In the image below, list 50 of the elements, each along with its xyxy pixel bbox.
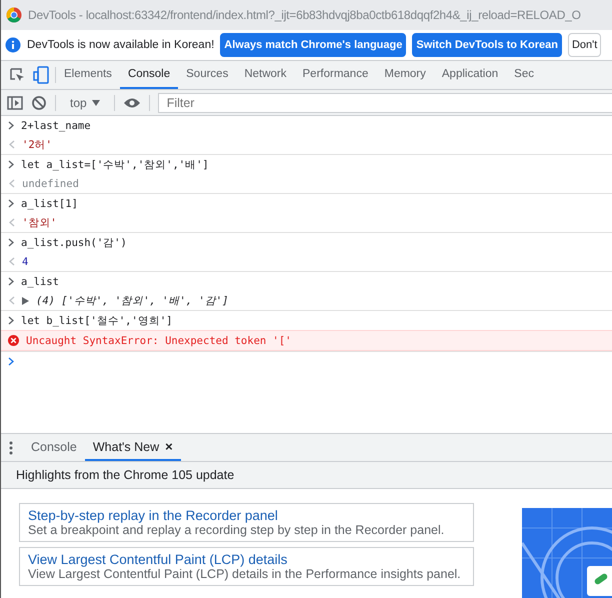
result-text: '2허' <box>22 138 52 152</box>
feature-description: Set a breakpoint and replay a recording step by step in the Recorder panel. <box>28 523 446 537</box>
command-text: a_list[1] <box>21 198 78 210</box>
command-text: a_list <box>21 276 59 288</box>
error-icon <box>8 335 19 346</box>
chrome-logo-icon <box>6 7 22 23</box>
feature-link[interactable]: Step-by-step replay in the Recorder panel <box>28 508 465 523</box>
infobar-button[interactable]: Switch DevTools to Korean <box>412 33 562 57</box>
result-text: '참외' <box>22 216 57 230</box>
context-selector[interactable]: top <box>64 94 106 110</box>
panel-tab[interactable]: Sources <box>178 61 236 89</box>
chevron-right-icon <box>8 277 14 286</box>
panel-tab[interactable]: Network <box>236 61 295 89</box>
chevron-right-icon <box>8 316 14 325</box>
feature-description: View Largest Contentful Paint (LCP) details in the Performance insights panel. <box>28 567 462 581</box>
result-text: undefined <box>22 178 79 190</box>
command-text: a_list.push('감') <box>21 236 127 250</box>
chevron-right-icon <box>8 160 14 169</box>
inspect-icon[interactable] <box>9 67 25 83</box>
panel-tab[interactable]: Elements <box>56 61 120 89</box>
feature-link[interactable]: View Largest Contentful Paint (LCP) details <box>28 552 465 567</box>
more-icon[interactable] <box>9 440 13 454</box>
panel-tab[interactable]: Application <box>434 61 506 89</box>
drawer-tab[interactable]: Console <box>23 434 85 461</box>
sidebar-toggle-icon[interactable] <box>7 94 23 110</box>
filter-field[interactable]: Filter <box>158 92 612 112</box>
infobar-message: DevTools is now available in Korean! <box>27 39 214 51</box>
command-text: let a_list=['수박','참외','배'] <box>21 158 209 172</box>
infobar-button[interactable]: Don't <box>568 33 602 57</box>
window-title: DevTools - localhost:63342/frontend/index.html?_ijt=6b83hdvqj8ba0ctb618dqqf2h4&_ij_reload=RELOAD_O <box>28 8 581 22</box>
error-message: Uncaught SyntaxError: Unexpected token '[' <box>26 334 292 346</box>
dropdown-arrow-icon <box>92 100 100 106</box>
chevron-right-icon <box>8 199 14 208</box>
panel-tab[interactable]: Sec <box>506 61 542 89</box>
chevron-right-icon <box>8 121 14 130</box>
chevron-right-icon <box>8 238 14 247</box>
result-text: (4) ['수박', '참외', '배', '감'] <box>36 294 228 308</box>
highlights-heading: Highlights from the Chrome 105 update <box>16 468 234 482</box>
infobar-button[interactable]: Always match Chrome's language <box>220 33 406 57</box>
eye-icon[interactable] <box>122 96 141 108</box>
command-text: let b_list['철수','영희'] <box>21 314 172 328</box>
info-icon <box>5 37 21 53</box>
collapsed-triangle-icon[interactable] <box>22 296 29 304</box>
panel-tab[interactable]: Memory <box>376 61 434 89</box>
device-toolbar-icon[interactable] <box>33 66 49 84</box>
command-text: 2+last_name <box>21 120 91 132</box>
result-text: 4 <box>22 256 28 268</box>
panel-tab[interactable]: Performance <box>294 61 376 89</box>
clear-icon[interactable] <box>31 94 47 110</box>
prompt-icon <box>8 357 14 366</box>
